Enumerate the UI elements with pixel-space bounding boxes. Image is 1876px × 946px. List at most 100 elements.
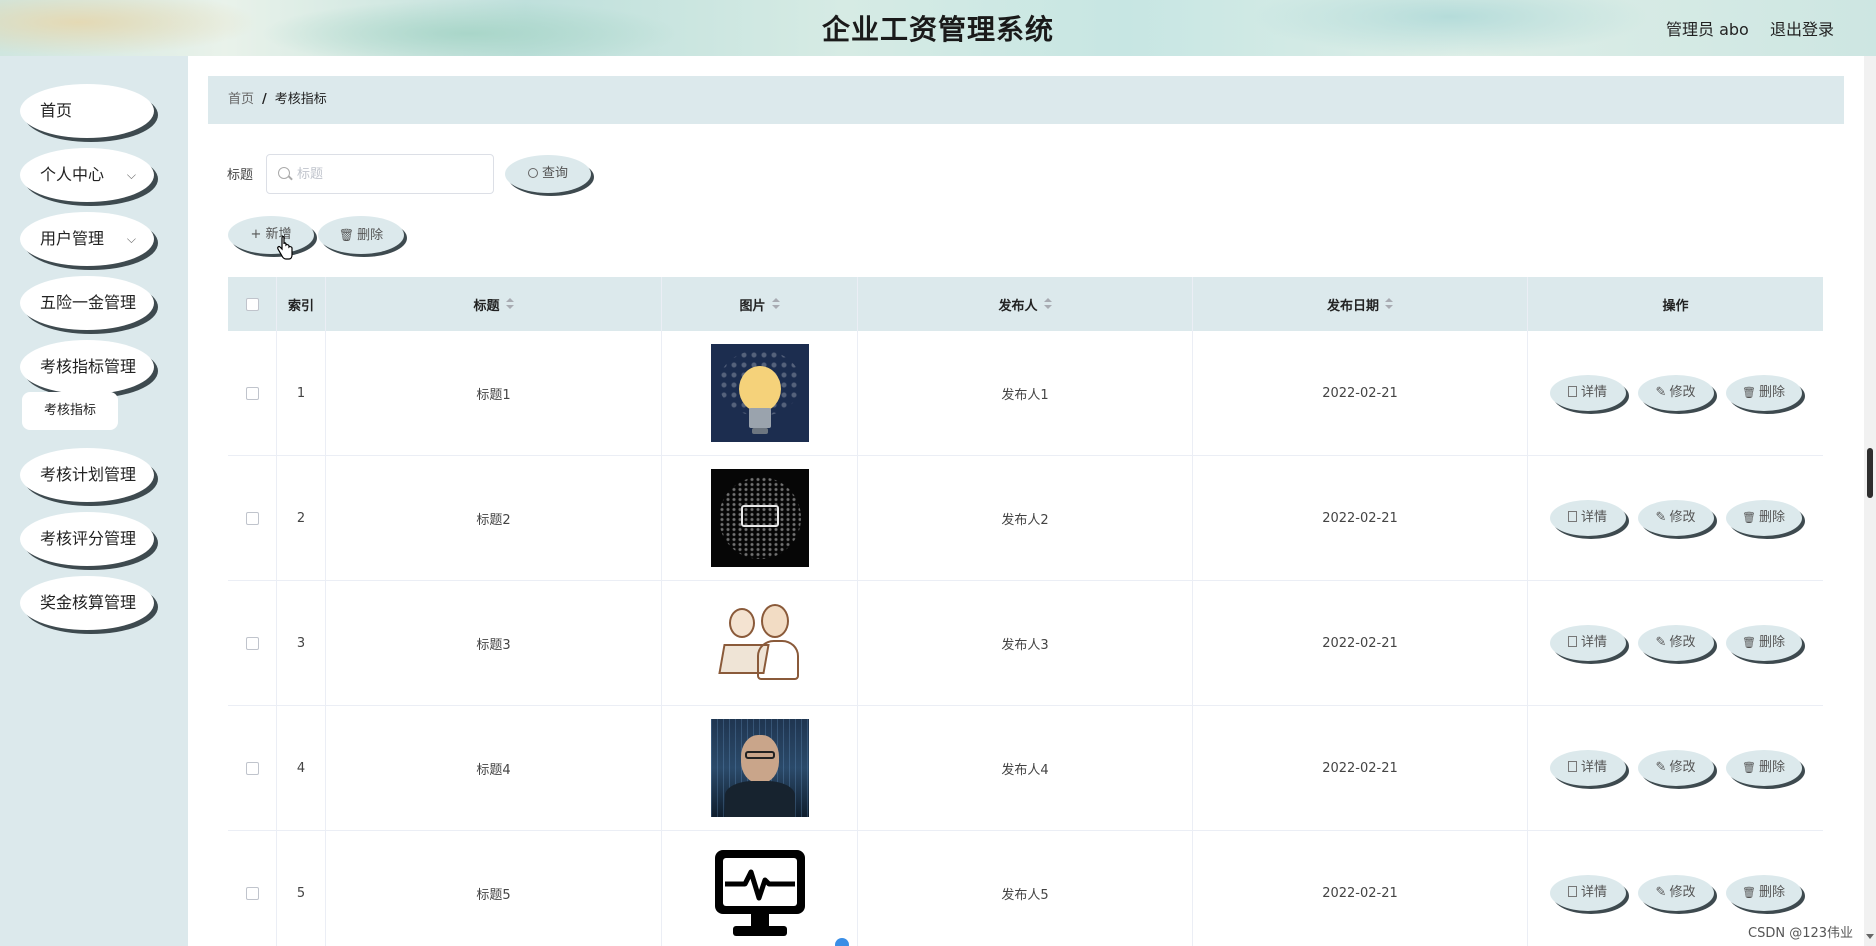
detail-button[interactable]: 详情 — [1549, 750, 1626, 786]
sidebar-item-insurance-management[interactable]: 五险一金管理 — [20, 276, 154, 330]
trash-icon: 🗑 — [1742, 761, 1756, 774]
row-title: 标题1 — [326, 331, 662, 455]
row-index: 4 — [277, 706, 326, 830]
sidebar-item-assessment-indicator-management[interactable]: 考核指标管理 — [20, 340, 154, 394]
column-header-date[interactable]: 发布日期 — [1193, 277, 1528, 331]
sort-icon[interactable] — [1385, 298, 1393, 310]
sidebar-item-label: 个人中心 — [40, 165, 105, 184]
trash-icon: 🗑 — [1742, 636, 1756, 649]
edit-button[interactable]: ✎ 修改 — [1637, 500, 1714, 536]
sidebar-item-bonus-calculation-management[interactable]: 奖金核算管理 — [20, 576, 154, 630]
trash-icon: 🗑 — [1742, 886, 1756, 899]
row-title: 标题5 — [326, 831, 662, 946]
query-button-label: 查询 — [541, 166, 568, 181]
programmers-sketch-image[interactable] — [710, 594, 809, 692]
detail-button[interactable]: 详情 — [1549, 625, 1626, 661]
sidebar-item-assessment-plan-management[interactable]: 考核计划管理 — [20, 448, 154, 502]
column-header-image[interactable]: 图片 — [662, 277, 858, 331]
row-actions: 详情 ✎ 修改 🗑 删除 — [1528, 581, 1823, 705]
lightbulb-image[interactable] — [710, 344, 809, 442]
table-row: 4 标题4 发布人4 2022-02-21 详情 ✎ 修改 🗑 删除 — [228, 706, 1823, 831]
app-header: 企业工资管理系统 管理员 abo 退出登录 — [0, 0, 1876, 56]
detail-button[interactable]: 详情 — [1549, 375, 1626, 411]
sort-icon[interactable] — [771, 298, 780, 310]
sidebar-item-assessment-score-management[interactable]: 考核评分管理 — [20, 512, 154, 566]
page-scrollbar[interactable] — [1864, 56, 1876, 946]
delete-button[interactable]: 🗑 删除 — [1725, 625, 1802, 661]
select-all-checkbox[interactable] — [245, 297, 259, 311]
query-button[interactable]: 查询 — [505, 155, 591, 193]
pencil-icon: ✎ — [1655, 885, 1667, 900]
row-index: 2 — [277, 456, 326, 580]
sidebar-item-personal-center[interactable]: 个人中心 ⌵ — [20, 148, 154, 202]
column-header-label: 操作 — [1662, 298, 1689, 314]
delete-button-label: 删除 — [1758, 385, 1785, 400]
sidebar-item-label: 五险一金管理 — [40, 293, 137, 312]
sidebar-item-user-management[interactable]: 用户管理 ⌵ — [20, 212, 154, 266]
search-icon — [278, 167, 290, 179]
edit-button[interactable]: ✎ 修改 — [1637, 375, 1714, 411]
chevron-down-icon: ⌵ — [126, 168, 136, 182]
row-checkbox[interactable] — [245, 886, 259, 900]
column-header-title[interactable]: 标题 — [326, 277, 662, 331]
add-button[interactable]: + 新增 — [228, 216, 314, 254]
sidebar-subitem-assessment-indicator[interactable]: 考核指标 — [22, 392, 118, 430]
row-actions: 详情 ✎ 修改 🗑 删除 — [1528, 331, 1823, 455]
delete-button[interactable]: 🗑 删除 — [1725, 750, 1802, 786]
delete-button-label: 删除 — [1758, 510, 1785, 525]
row-index: 3 — [277, 581, 326, 705]
search-field[interactable] — [266, 154, 494, 194]
row-checkbox[interactable] — [245, 761, 259, 775]
search-input[interactable] — [297, 155, 487, 193]
column-header-label: 标题 — [473, 298, 500, 314]
table-row: 3 标题3 发布人3 2022-02-21 详情 ✎ 修改 🗑 删除 — [228, 581, 1823, 706]
programming-words-image[interactable] — [710, 469, 809, 567]
monitor-pulse-image[interactable] — [710, 844, 809, 942]
edit-button[interactable]: ✎ 修改 — [1637, 625, 1714, 661]
row-checkbox[interactable] — [245, 511, 259, 525]
row-checkbox[interactable] — [245, 386, 259, 400]
detail-button-label: 详情 — [1580, 885, 1607, 900]
watermark: CSDN @123伟业 — [1748, 926, 1854, 941]
row-select-cell — [228, 581, 277, 705]
hacker-portrait-image[interactable] — [710, 719, 809, 817]
delete-button-label: 删除 — [1758, 885, 1785, 900]
delete-button[interactable]: 🗑 删除 — [1725, 875, 1802, 911]
edit-button[interactable]: ✎ 修改 — [1637, 875, 1714, 911]
logout-link[interactable]: 退出登录 — [1770, 16, 1834, 40]
admin-user-label: 管理员 abo — [1666, 20, 1749, 39]
scroll-down-arrow-icon[interactable] — [1866, 934, 1874, 939]
edit-button-label: 修改 — [1669, 385, 1696, 400]
delete-button-label: 删除 — [1758, 635, 1785, 650]
detail-button-label: 详情 — [1580, 385, 1607, 400]
column-header-publisher[interactable]: 发布人 — [858, 277, 1193, 331]
select-all-cell — [228, 277, 277, 331]
detail-button[interactable]: 详情 — [1549, 875, 1626, 911]
delete-button[interactable]: 🗑 删除 — [1725, 375, 1802, 411]
edit-button[interactable]: ✎ 修改 — [1637, 750, 1714, 786]
sort-icon[interactable] — [1043, 298, 1052, 310]
row-image-cell — [662, 331, 858, 455]
row-checkbox[interactable] — [245, 636, 259, 650]
edit-button-label: 修改 — [1669, 885, 1696, 900]
row-image-cell — [662, 706, 858, 830]
edit-button-label: 修改 — [1669, 635, 1696, 650]
batch-delete-label: 删除 — [357, 228, 384, 243]
search-icon — [527, 168, 538, 178]
batch-delete-button[interactable]: 🗑 删除 — [318, 216, 404, 254]
sidebar-item-home[interactable]: 首页 — [20, 84, 154, 138]
row-index: 1 — [277, 331, 326, 455]
scrollbar-thumb[interactable] — [1867, 448, 1873, 498]
delete-button-label: 删除 — [1758, 760, 1785, 775]
table-row: 2 标题2 发布人2 2022-02-21 详情 ✎ 修改 🗑 删除 — [228, 456, 1823, 581]
table-header: 索引 标题 图片 发布人 发布日期 操作 — [228, 277, 1823, 331]
row-date: 2022-02-21 — [1193, 456, 1528, 580]
sort-icon[interactable] — [505, 298, 514, 310]
breadcrumb-home-link[interactable]: 首页 — [228, 92, 254, 107]
delete-button[interactable]: 🗑 删除 — [1725, 500, 1802, 536]
document-icon — [1567, 636, 1577, 647]
detail-button[interactable]: 详情 — [1549, 500, 1626, 536]
sidebar-item-label: 奖金核算管理 — [40, 593, 137, 612]
pencil-icon: ✎ — [1655, 510, 1667, 525]
row-select-cell — [228, 456, 277, 580]
